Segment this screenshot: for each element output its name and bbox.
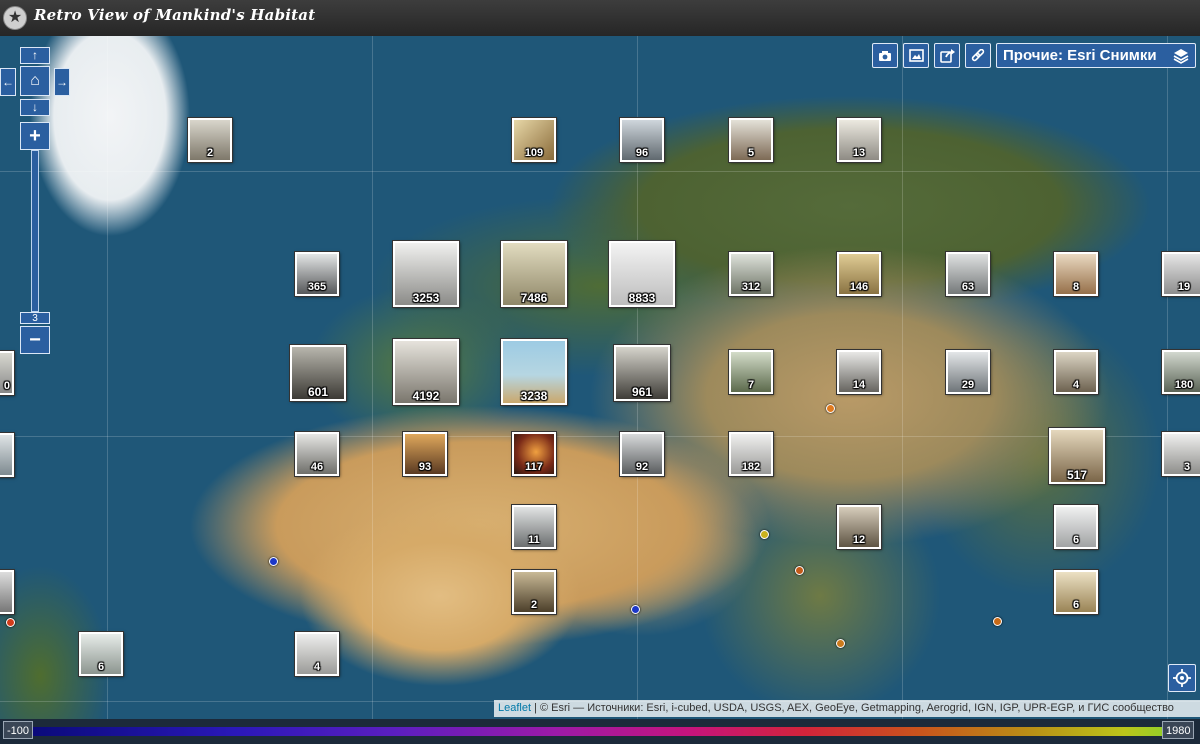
share-icon	[939, 49, 955, 63]
zoom-out-button[interactable]: −	[20, 326, 50, 354]
photo-marker[interactable]: 2	[512, 570, 556, 614]
home-button[interactable]: ⌂	[20, 66, 50, 96]
image-icon	[908, 49, 924, 62]
locate-icon	[1173, 669, 1191, 687]
zoom-slider-track[interactable]	[31, 150, 39, 312]
photo-marker[interactable]: 29	[946, 350, 990, 394]
photo-marker[interactable]: 93	[403, 432, 447, 476]
photo-marker[interactable]: 182	[729, 432, 773, 476]
camera-button[interactable]	[872, 43, 898, 68]
photo-marker[interactable]: 4	[295, 632, 339, 676]
timeline-slider[interactable]: -100 1980	[0, 719, 1200, 744]
layer-label: Прочие: Esri Снимки	[1003, 47, 1157, 64]
locate-button[interactable]	[1168, 664, 1196, 692]
photo-marker[interactable]: 180	[1162, 350, 1200, 394]
title-bar: ★ Retro View of Mankind's Habitat	[0, 0, 1200, 37]
photo-marker[interactable]: 6	[1054, 570, 1098, 614]
photo-marker[interactable]: 3238	[501, 339, 567, 405]
pan-right-button[interactable]: →	[54, 68, 70, 96]
zoom-in-button[interactable]: +	[20, 122, 50, 150]
photo-marker[interactable]: 146	[837, 252, 881, 296]
point-marker[interactable]	[6, 618, 15, 627]
photo-marker[interactable]	[0, 570, 14, 614]
point-marker[interactable]	[826, 404, 835, 413]
point-marker[interactable]	[760, 530, 769, 539]
photo-marker[interactable]: 4192	[393, 339, 459, 405]
home-icon: ⌂	[30, 72, 40, 89]
grid-line	[902, 36, 903, 719]
photo-marker[interactable]: 109	[512, 118, 556, 162]
photo-marker[interactable]: 2	[188, 118, 232, 162]
photo-marker[interactable]: 8833	[609, 241, 675, 307]
photo-marker[interactable]: 117	[512, 432, 556, 476]
photo-marker[interactable]: 12	[837, 505, 881, 549]
point-marker[interactable]	[795, 566, 804, 575]
photo-marker[interactable]: 7	[729, 350, 773, 394]
photo-marker[interactable]: 8	[1054, 252, 1098, 296]
photo-marker[interactable]	[0, 433, 14, 477]
zoom-level-handle[interactable]: 3	[20, 312, 50, 324]
map[interactable]: 2 109 96 5 13 365 3253 7486 8833 312 146…	[0, 36, 1200, 719]
photo-marker[interactable]: 7486	[501, 241, 567, 307]
photo-marker[interactable]: 3253	[393, 241, 459, 307]
photo-marker[interactable]: 517	[1049, 428, 1105, 484]
share-button[interactable]	[934, 43, 960, 68]
photo-marker[interactable]: 0	[0, 351, 14, 395]
layer-selector[interactable]: Прочие: Esri Снимки	[996, 43, 1196, 68]
photo-marker[interactable]: 601	[290, 345, 346, 401]
photo-marker[interactable]: 5	[729, 118, 773, 162]
grid-line	[0, 171, 1200, 172]
photo-marker[interactable]: 961	[614, 345, 670, 401]
pan-left-button[interactable]: ←	[0, 68, 16, 96]
pan-up-button[interactable]: ↑	[20, 47, 50, 64]
leaflet-link[interactable]: Leaflet	[498, 702, 531, 714]
link-icon	[971, 48, 985, 62]
photo-marker[interactable]: 13	[837, 118, 881, 162]
point-marker[interactable]	[993, 617, 1002, 626]
photo-marker[interactable]: 19	[1162, 252, 1200, 296]
photo-marker[interactable]: 96	[620, 118, 664, 162]
point-marker[interactable]	[836, 639, 845, 648]
grid-line	[0, 436, 1200, 437]
timeline-start-label[interactable]: -100	[3, 721, 34, 739]
photo-marker[interactable]: 11	[512, 505, 556, 549]
photo-marker[interactable]: 3	[1162, 432, 1200, 476]
timeline-end-label[interactable]: 1980	[1162, 721, 1195, 739]
link-button[interactable]	[965, 43, 991, 68]
pan-down-button[interactable]: ↓	[20, 99, 50, 116]
timeline-gradient[interactable]	[30, 727, 1170, 736]
photo-marker[interactable]: 312	[729, 252, 773, 296]
photo-marker[interactable]: 14	[837, 350, 881, 394]
photo-marker[interactable]: 92	[620, 432, 664, 476]
star-icon[interactable]: ★	[3, 6, 27, 30]
image-button[interactable]	[903, 43, 929, 68]
camera-icon	[879, 51, 891, 61]
app-title: Retro View of Mankind's Habitat	[34, 6, 316, 24]
point-marker[interactable]	[269, 557, 278, 566]
attribution-text: | © Esri — Источники: Esri, i-cubed, USD…	[531, 702, 1174, 714]
point-marker[interactable]	[631, 605, 640, 614]
attribution: Leaflet | © Esri — Источники: Esri, i-cu…	[494, 700, 1200, 717]
photo-marker[interactable]: 6	[79, 632, 123, 676]
photo-marker[interactable]: 4	[1054, 350, 1098, 394]
photo-marker[interactable]: 63	[946, 252, 990, 296]
photo-marker[interactable]: 6	[1054, 505, 1098, 549]
photo-marker[interactable]: 46	[295, 432, 339, 476]
grid-line	[372, 36, 373, 719]
photo-marker[interactable]: 365	[295, 252, 339, 296]
grid-line	[107, 36, 108, 719]
layers-icon	[1173, 44, 1189, 71]
